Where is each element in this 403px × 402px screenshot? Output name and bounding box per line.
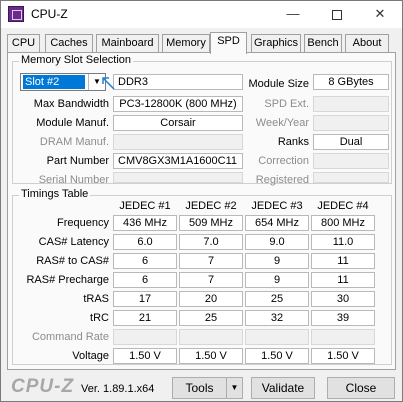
part-number-label: Part Number (46, 155, 109, 167)
module-size-label: Module Size (248, 78, 309, 90)
timing-cell: 7 (179, 253, 243, 269)
module-size-field: 8 GBytes (313, 74, 389, 90)
tab-bench[interactable]: Bench (304, 34, 342, 53)
module-manuf-label: Module Manuf. (36, 117, 109, 129)
spd-ext-field (313, 96, 389, 112)
chevron-down-icon[interactable]: ▼ (88, 74, 105, 90)
timings-group-title: Timings Table (19, 188, 91, 200)
part-number-field: CMV8GX3M1A1600C11 (113, 153, 243, 169)
tools-button[interactable]: Tools (172, 377, 227, 399)
ranks-field: Dual (313, 134, 389, 150)
timing-cell (179, 329, 243, 345)
close-button[interactable]: Close (327, 377, 395, 399)
module-manuf-field: Corsair (113, 115, 243, 131)
timing-cell: 654 MHz (245, 215, 309, 231)
timing-row-label: Frequency (57, 217, 109, 229)
maximize-icon (332, 9, 342, 20)
tab-graphics[interactable]: Graphics (251, 34, 301, 53)
timings-col-header: JEDEC #4 (317, 200, 369, 212)
timings-col-header: JEDEC #1 (119, 200, 171, 212)
timing-cell: 25 (179, 310, 243, 326)
slot-select[interactable]: Slot #2 ▼ (20, 73, 106, 91)
timing-cell (245, 329, 309, 345)
timing-row-label: RAS# to CAS# (36, 255, 109, 267)
timing-cell: 6 (113, 272, 177, 288)
tab-cpu[interactable]: CPU (7, 34, 40, 53)
timing-cell: 30 (311, 291, 375, 307)
timing-row-label: tRAS (83, 293, 109, 305)
timing-row-label: Voltage (72, 350, 109, 362)
timing-cell: 1.50 V (179, 348, 243, 364)
validate-button[interactable]: Validate (251, 377, 315, 399)
registered-field (313, 172, 389, 183)
maximize-button[interactable] (315, 1, 359, 28)
spd-panel: Memory Slot Selection Slot #2 ▼ DDR3 Max… (7, 52, 396, 370)
memory-type-field: DDR3 (113, 74, 243, 90)
timing-cell: 11 (311, 253, 375, 269)
timing-cell: 1.50 V (113, 348, 177, 364)
timing-cell: 25 (245, 291, 309, 307)
timing-cell: 20 (179, 291, 243, 307)
timing-cell: 6.0 (113, 234, 177, 250)
correction-label: Correction (258, 155, 309, 167)
cpuz-window: CPU-Z — ✕ CPU Caches Mainboard Memory SP… (0, 0, 403, 402)
timing-cell: 32 (245, 310, 309, 326)
timing-cell: 17 (113, 291, 177, 307)
timing-cell: 9.0 (245, 234, 309, 250)
footer-bar: CPU-Z Ver. 1.89.1.x64 Tools ▼ Validate C… (1, 373, 402, 401)
cpuz-app-icon (8, 6, 24, 22)
title-bar[interactable]: CPU-Z — ✕ (1, 1, 402, 28)
memory-slot-group: Memory Slot Selection Slot #2 ▼ DDR3 Max… (12, 54, 392, 186)
window-title: CPU-Z (31, 7, 68, 21)
spd-ext-label: SPD Ext. (264, 98, 309, 110)
serial-number-label: Serial Number (38, 174, 109, 186)
version-label: Ver. 1.89.1.x64 (81, 383, 155, 395)
timing-row-label: RAS# Precharge (26, 274, 109, 286)
tools-dropdown-icon[interactable]: ▼ (226, 377, 243, 399)
tab-memory[interactable]: Memory (162, 34, 210, 53)
tab-mainboard[interactable]: Mainboard (96, 34, 159, 53)
registered-label: Registered (255, 174, 309, 186)
ranks-label: Ranks (277, 136, 309, 148)
timings-group: Timings Table JEDEC #1 JEDEC #2 JEDEC #3… (12, 188, 392, 365)
timing-row-label: Command Rate (31, 331, 109, 343)
timings-col-header: JEDEC #3 (251, 200, 303, 212)
slot-select-value: Slot #2 (23, 75, 85, 89)
week-year-field (313, 115, 389, 131)
timing-cell: 7 (179, 272, 243, 288)
timing-cell (113, 329, 177, 345)
timing-cell: 11 (311, 272, 375, 288)
timing-cell: 1.50 V (311, 348, 375, 364)
timing-cell: 6 (113, 253, 177, 269)
timing-cell: 9 (245, 272, 309, 288)
timing-cell: 509 MHz (179, 215, 243, 231)
timing-cell: 39 (311, 310, 375, 326)
timing-cell: 21 (113, 310, 177, 326)
tab-about[interactable]: About (345, 34, 389, 53)
cpuz-logo: CPU-Z (11, 376, 75, 397)
timing-cell: 800 MHz (311, 215, 375, 231)
timing-cell: 9 (245, 253, 309, 269)
minimize-button[interactable]: — (271, 1, 315, 28)
timing-cell: 7.0 (179, 234, 243, 250)
timings-col-header: JEDEC #2 (185, 200, 237, 212)
dram-manuf-field (113, 134, 243, 150)
close-window-button[interactable]: ✕ (358, 1, 402, 28)
tab-caches[interactable]: Caches (45, 34, 93, 53)
timing-row-label: CAS# Latency (38, 236, 109, 248)
timing-row-label: tRC (90, 312, 109, 324)
memory-slot-group-title: Memory Slot Selection (19, 54, 134, 66)
max-bandwidth-field: PC3-12800K (800 MHz) (113, 96, 243, 112)
correction-field (313, 153, 389, 169)
week-year-label: Week/Year (255, 117, 309, 129)
serial-number-field (113, 172, 243, 183)
dram-manuf-label: DRAM Manuf. (39, 136, 109, 148)
tab-spd[interactable]: SPD (210, 32, 247, 54)
timing-cell: 1.50 V (245, 348, 309, 364)
timing-cell (311, 329, 375, 345)
max-bandwidth-label: Max Bandwidth (33, 98, 109, 110)
timing-cell: 11.0 (311, 234, 375, 250)
timing-cell: 436 MHz (113, 215, 177, 231)
